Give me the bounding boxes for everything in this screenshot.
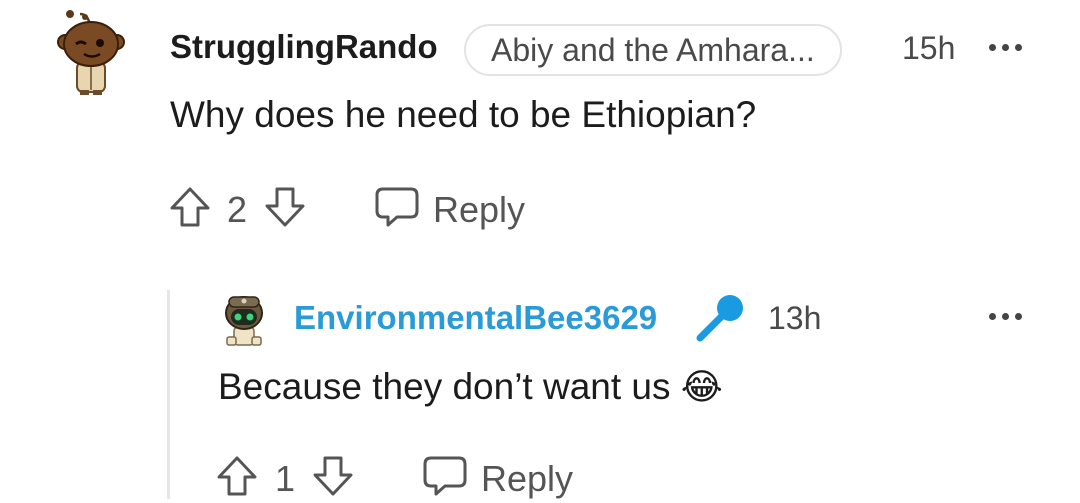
avatar-image — [225, 296, 263, 346]
user-flair[interactable]: Abiy and the Amhara... — [464, 24, 842, 76]
microphone-icon[interactable] — [692, 292, 748, 344]
avatar-image — [57, 10, 125, 95]
reply-button[interactable]: Reply — [421, 454, 581, 499]
more-dots-icon[interactable] — [989, 313, 1022, 320]
downvote-icon[interactable] — [311, 454, 355, 498]
reply-username[interactable]: EnvironmentalBee3629 — [294, 299, 657, 337]
vote-count: 2 — [227, 189, 248, 230]
laughing-emoji: 😂 — [680, 366, 723, 407]
reply-body-text: Because they don’t want us — [218, 366, 671, 407]
downvote-icon[interactable] — [263, 185, 307, 229]
reply-timestamp: 13h — [768, 300, 822, 336]
thread-line[interactable] — [167, 290, 170, 499]
comment-username[interactable]: StrugglingRando — [170, 28, 438, 66]
reply-label: Reply — [481, 458, 574, 499]
comment-body: Why does he need to be Ethiopian? — [170, 94, 757, 135]
reply-body: Because they don’t want us 😂 — [218, 366, 723, 408]
comment-bubble-icon — [375, 187, 419, 227]
upvote-icon[interactable] — [215, 454, 259, 498]
comment-timestamp: 15h — [902, 30, 956, 66]
more-dots-icon[interactable] — [989, 44, 1022, 51]
vote-count: 1 — [275, 458, 296, 499]
upvote-icon[interactable] — [168, 185, 212, 229]
reply-label: Reply — [433, 189, 526, 230]
comment-bubble-icon — [423, 456, 467, 496]
reply-button[interactable]: Reply — [373, 185, 533, 231]
avatar[interactable] — [221, 289, 267, 349]
avatar[interactable] — [56, 8, 126, 96]
